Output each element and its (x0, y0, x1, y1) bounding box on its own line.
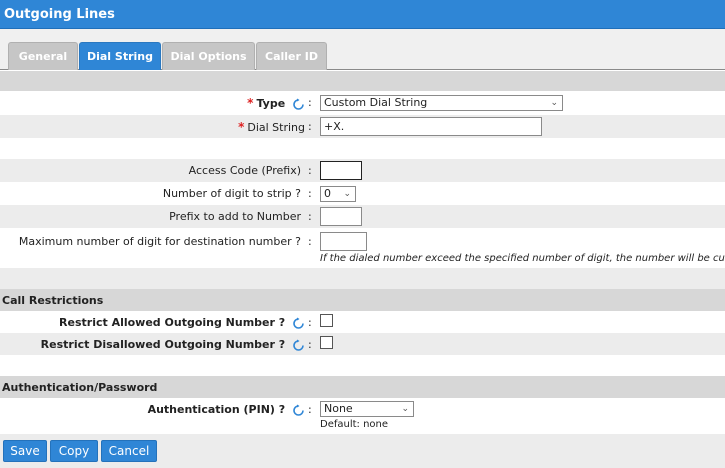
refresh-help-icon[interactable] (292, 98, 305, 111)
restrict-disallowed-label: Restrict Disallowed Outgoing Number ? (41, 338, 305, 352)
type-label: * Type (247, 96, 305, 111)
chevron-down-icon: ⌄ (550, 98, 558, 108)
tab-caller-id[interactable]: Caller ID (256, 42, 327, 70)
dial-string-input[interactable]: +X. (320, 117, 542, 136)
window-title: Outgoing Lines (0, 0, 725, 29)
digits-strip-select[interactable]: 0 ⌄ (320, 186, 356, 202)
colon: : (308, 403, 312, 416)
restrict-allowed-checkbox[interactable] (320, 314, 333, 327)
digits-strip-row: Number of digit to strip ? : 0 ⌄ (0, 182, 725, 205)
prefix-add-label: Prefix to add to Number (169, 210, 301, 223)
chevron-down-icon: ⌄ (401, 404, 409, 414)
refresh-help-icon[interactable] (292, 404, 305, 417)
cancel-button[interactable]: Cancel (101, 440, 157, 462)
colon: : (308, 210, 312, 223)
max-digits-hint: If the dialed number exceed the specifie… (320, 253, 725, 264)
restrict-allowed-row: Restrict Allowed Outgoing Number ? : (0, 311, 725, 333)
access-code-row: Access Code (Prefix) : (0, 159, 725, 182)
max-digits-row: Maximum number of digit for destination … (0, 228, 725, 268)
colon: : (308, 96, 312, 109)
pin-label: Authentication (PIN) ? (148, 403, 305, 417)
refresh-help-icon[interactable] (292, 339, 305, 352)
access-code-input[interactable] (320, 161, 362, 180)
type-row: * Type : Custom Dial String ⌄ (0, 91, 725, 115)
colon: : (308, 235, 312, 248)
spacer-row (0, 268, 725, 289)
tab-dial-string[interactable]: Dial String (79, 42, 161, 70)
pin-select[interactable]: None ⌄ (320, 401, 414, 417)
digits-strip-label: Number of digit to strip ? (162, 187, 301, 200)
tab-dial-options[interactable]: Dial Options (162, 42, 255, 70)
max-digits-label: Maximum number of digit for destination … (18, 235, 301, 248)
access-code-label: Access Code (Prefix) (188, 164, 301, 177)
section-title: Authentication/Password (2, 381, 158, 394)
restrict-allowed-label: Restrict Allowed Outgoing Number ? (59, 316, 305, 330)
dial-string-row: * Dial String : +X. (0, 115, 725, 138)
pin-default-text: Default: none (320, 419, 389, 430)
call-restrictions-section: Call Restrictions (0, 289, 725, 311)
chevron-down-icon: ⌄ (343, 189, 351, 199)
save-button[interactable]: Save (3, 440, 47, 462)
required-marker: * (247, 96, 254, 110)
prefix-add-row: Prefix to add to Number : (0, 205, 725, 228)
colon: : (308, 120, 312, 133)
max-digits-input[interactable] (320, 232, 367, 251)
copy-button[interactable]: Copy (50, 440, 98, 462)
section-title: Call Restrictions (2, 294, 104, 307)
colon: : (308, 316, 312, 329)
prefix-add-input[interactable] (320, 207, 362, 226)
refresh-help-icon[interactable] (292, 317, 305, 330)
restrict-disallowed-row: Restrict Disallowed Outgoing Number ? : (0, 333, 725, 355)
dial-string-label: * Dial String (238, 120, 305, 134)
colon: : (308, 164, 312, 177)
pin-row: Authentication (PIN) ? : None ⌄ Default: … (0, 398, 725, 434)
colon: : (308, 187, 312, 200)
spacer-row (0, 355, 725, 376)
required-marker: * (238, 120, 245, 134)
colon: : (308, 338, 312, 351)
authentication-section: Authentication/Password (0, 376, 725, 398)
spacer-row (0, 138, 725, 159)
type-select[interactable]: Custom Dial String ⌄ (320, 95, 563, 111)
form-header-band (0, 71, 725, 91)
restrict-disallowed-checkbox[interactable] (320, 336, 333, 349)
tab-general[interactable]: General (8, 42, 78, 70)
tab-strip: General Dial String Dial Options Caller … (0, 29, 725, 70)
